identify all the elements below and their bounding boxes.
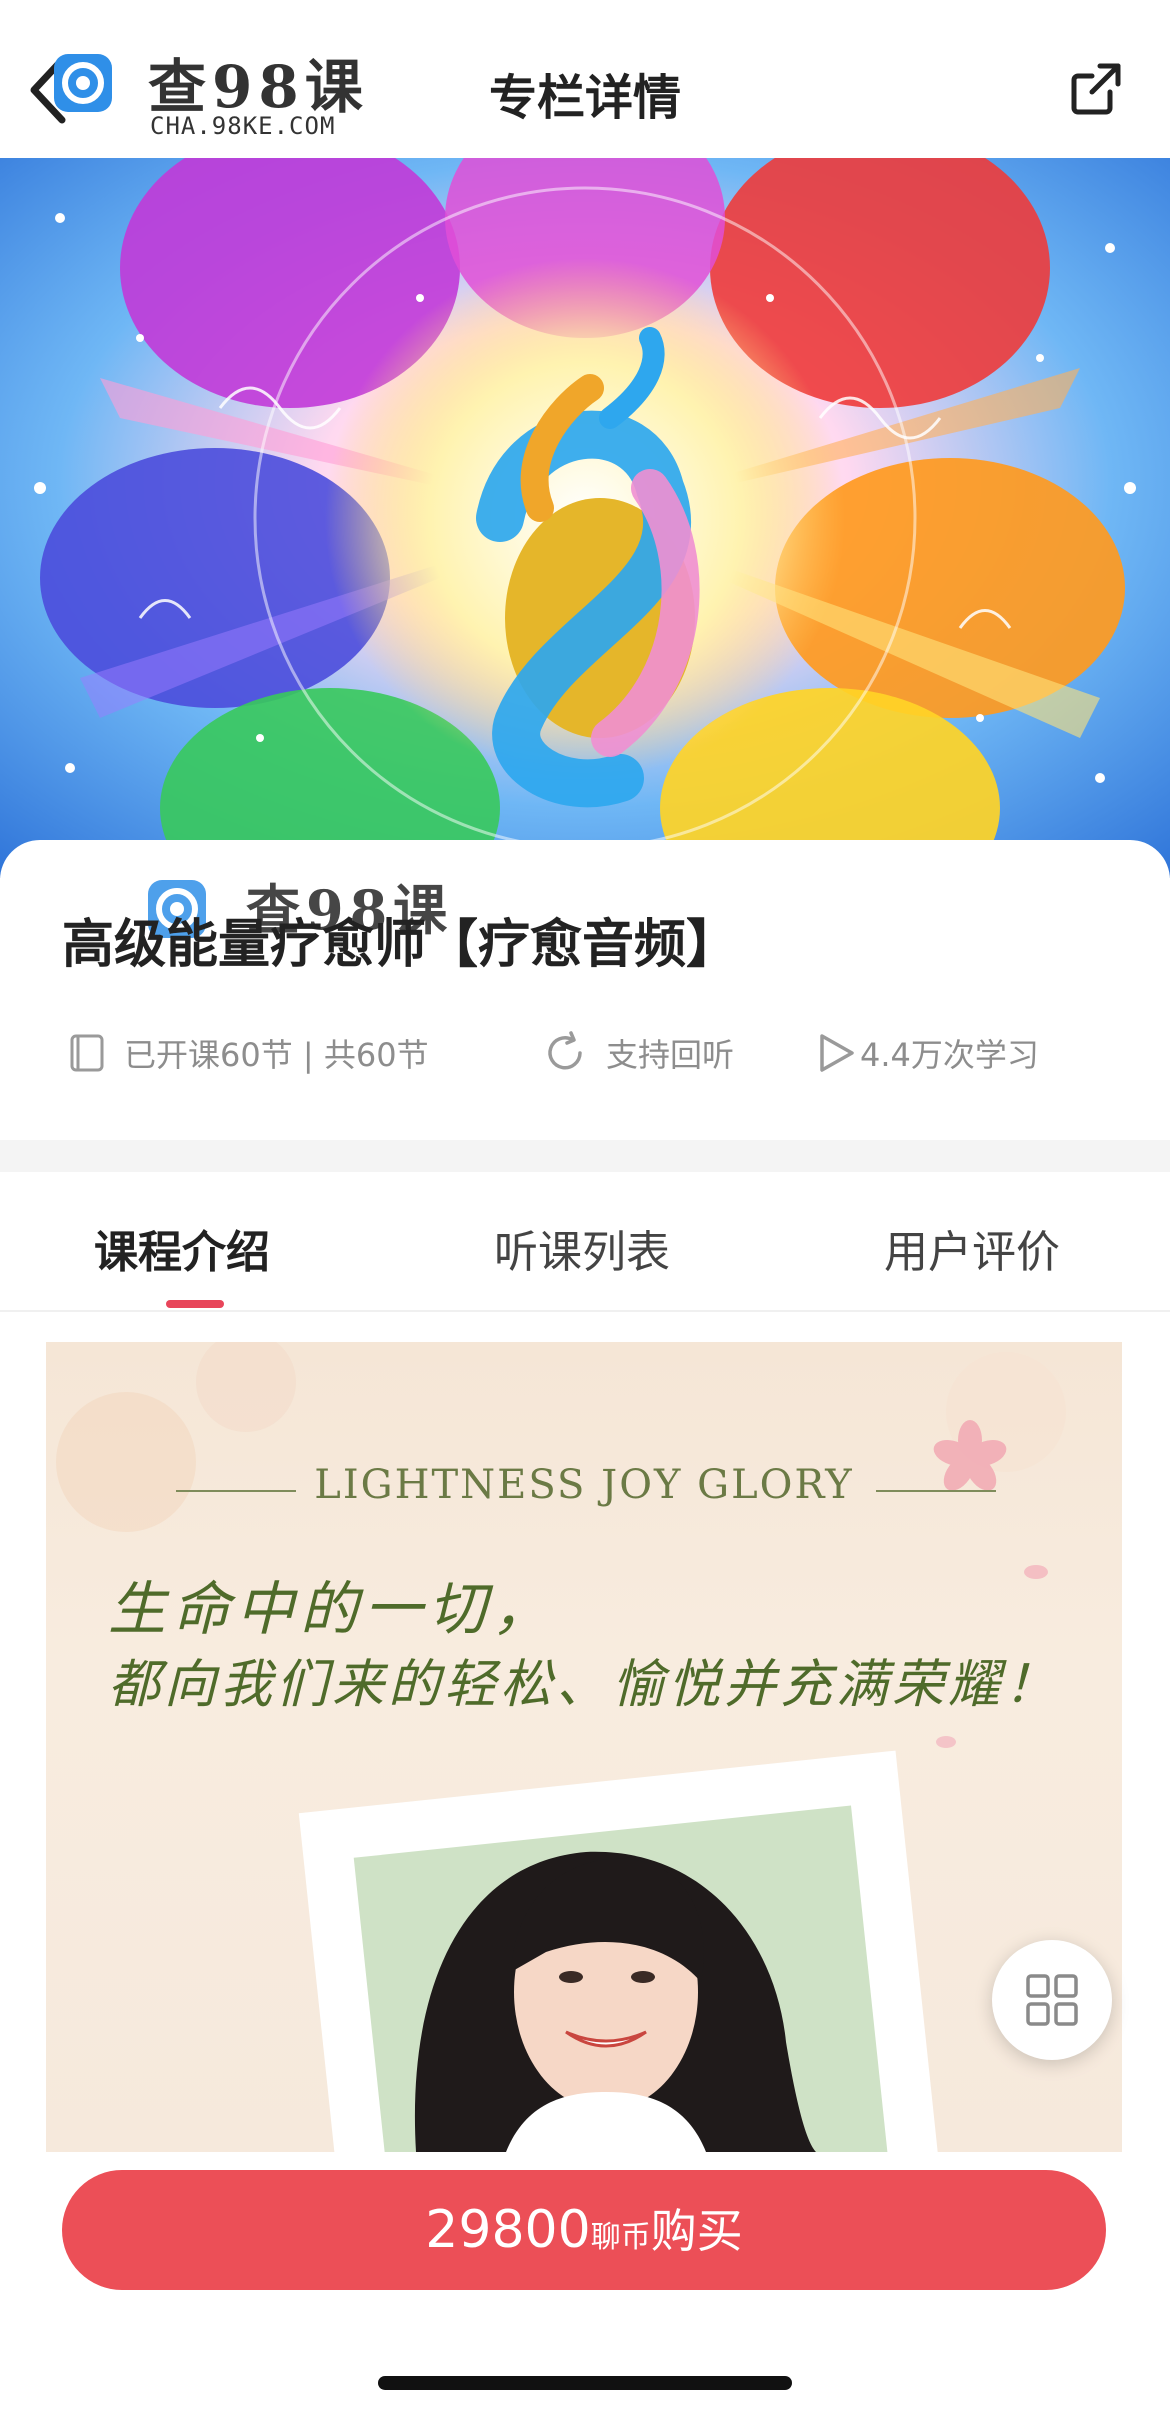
course-intro-image: LIGHTNESS JOY GLORY 生命中的一切， 都向我们来的轻松、愉悦并… [46,1342,1122,2152]
detail-tabs: 课程介绍 听课列表 用户评价 [0,1172,1170,1312]
tab-user-reviews[interactable]: 用户评价 [884,1216,1060,1280]
course-cover-image [0,158,1170,878]
course-info-card: 查98课 高级能量疗愈师【疗愈音频】 已开课60节 | 共60节 支持回听 4.… [0,840,1170,1140]
tab-course-intro[interactable]: 课程介绍 [94,1216,270,1280]
page-title: 专栏详情 [488,70,681,126]
course-title: 高级能量疗愈师【疗愈音频】 [62,915,739,975]
grid-icon [1026,1974,1078,2026]
replay-icon [548,1031,582,1070]
buy-button[interactable]: 29800聊币购买 [62,2170,1106,2290]
replay-support: 支持回听 [542,1030,734,1076]
replay-text: 支持回听 [606,1036,735,1074]
intro-quote-line1: 生命中的一切， [108,1575,557,1643]
play-icon [820,1034,854,1072]
book-icon [70,1034,104,1072]
learner-count: 4.4万次学习 [816,1030,1039,1076]
price-amount: 29800 [425,2200,591,2260]
top-nav-bar: 查98课 CHA.98KE.COM 专栏详情 [0,0,1170,160]
section-divider [0,1140,1170,1172]
share-icon[interactable] [1066,58,1126,118]
menu-grid-button[interactable] [992,1940,1112,2060]
lesson-count-text: 已开课60节 | 共60节 [124,1036,429,1074]
buy-label: 购买 [650,2204,743,2258]
home-indicator [378,2376,792,2390]
tab-lesson-list[interactable]: 听课列表 [494,1216,670,1280]
learner-count-text: 4.4万次学习 [860,1036,1039,1074]
active-tab-indicator [166,1300,224,1308]
price-unit: 聊币 [590,2220,651,2255]
intro-quote-line2: 都向我们来的轻松、愉悦并充满荣耀！ [108,1655,1061,1715]
lesson-count: 已开课60节 | 共60节 [68,1030,429,1076]
intro-heading: LIGHTNESS JOY GLORY [314,1462,854,1508]
